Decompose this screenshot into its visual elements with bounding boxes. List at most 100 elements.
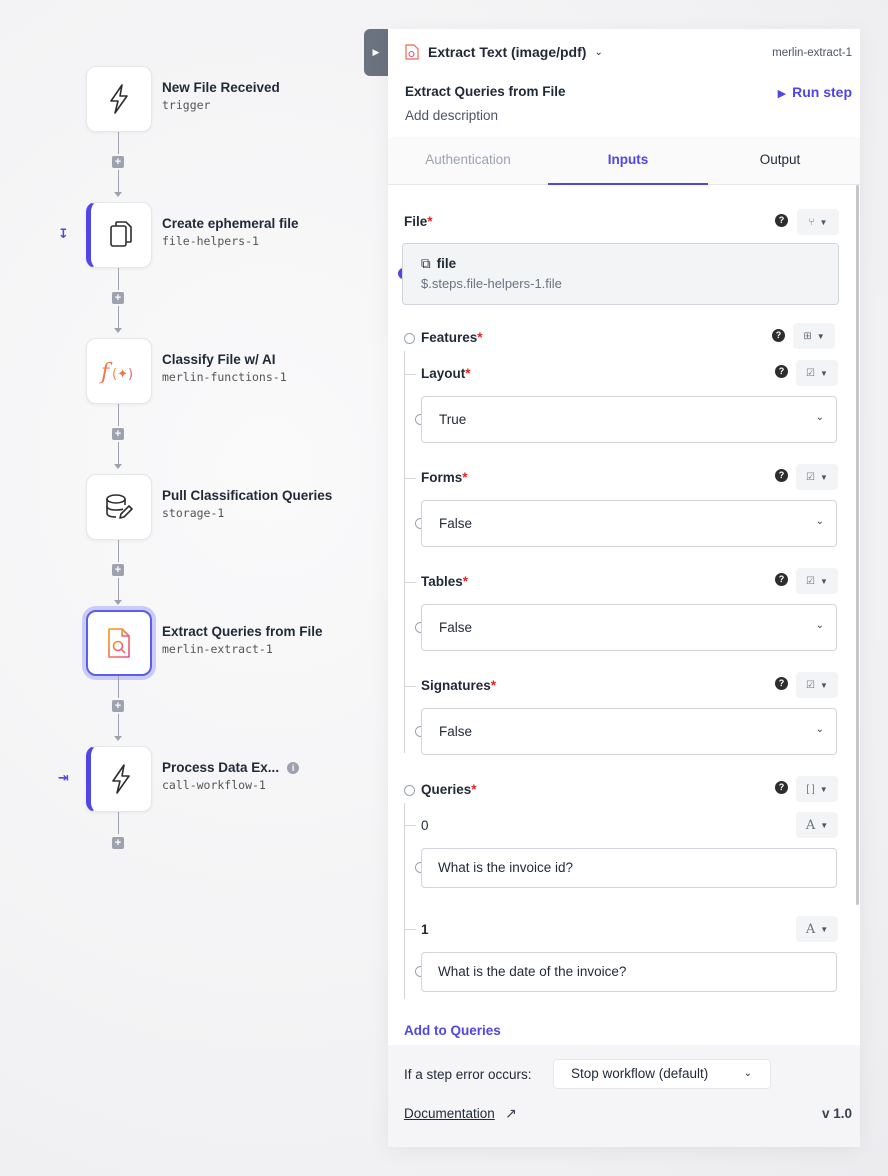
add-step-button[interactable]: + <box>112 428 124 440</box>
arrow-down-icon <box>114 464 122 469</box>
features-type-button[interactable]: ⊞ ▼ <box>793 323 835 349</box>
add-step-button[interactable]: + <box>112 564 124 576</box>
play-icon: ▶ <box>777 88 787 100</box>
documentation-link[interactable]: Documentation <box>404 1106 495 1121</box>
tree-line <box>404 803 405 999</box>
node-icon-box[interactable] <box>86 202 152 268</box>
workflow-node-call-workflow[interactable]: ⇥ Process Data Ex... i call-workflow-1 <box>58 746 386 812</box>
forms-label: Forms* <box>421 470 468 485</box>
lightning-icon <box>112 764 130 794</box>
tree-branch <box>404 686 416 687</box>
help-icon[interactable]: ? <box>775 469 788 482</box>
query-type-button[interactable]: A ▼ <box>796 812 838 838</box>
help-icon[interactable]: ? <box>775 573 788 586</box>
external-link-icon[interactable]: ↗ <box>505 1105 517 1122</box>
chevron-down-icon: ⌄ <box>815 724 824 735</box>
signatures-label: Signatures* <box>421 678 496 693</box>
checkbox-icon: ☑ <box>806 679 816 691</box>
tables-type-button[interactable]: ☑ ▼ <box>796 568 838 594</box>
caret-down-icon: ▼ <box>819 784 828 794</box>
layout-label: Layout* <box>421 366 471 381</box>
required-marker: * <box>465 366 471 381</box>
workflow-node-merlin-extract[interactable]: Extract Queries from File merlin-extract… <box>86 610 386 676</box>
help-icon[interactable]: ? <box>775 365 788 378</box>
tab-output[interactable]: Output <box>700 137 860 185</box>
signatures-select[interactable]: False ⌄ <box>421 708 837 755</box>
tab-inputs[interactable]: Inputs <box>548 137 708 185</box>
queries-ring[interactable] <box>404 785 415 796</box>
file-label: File* <box>404 214 433 229</box>
info-icon[interactable]: i <box>287 762 300 774</box>
workflow-node-trigger[interactable]: New File Received trigger <box>86 66 386 132</box>
tree-line <box>404 351 405 753</box>
caret-down-icon: ▼ <box>820 680 828 690</box>
node-title: Create ephemeral file <box>162 216 299 231</box>
features-ring[interactable] <box>404 333 415 344</box>
node-title-text: Process Data Ex... <box>162 760 280 775</box>
node-id: call-workflow-1 <box>162 778 266 792</box>
file-name: ⧉ file <box>421 256 456 272</box>
forms-select[interactable]: False ⌄ <box>421 500 837 547</box>
help-icon[interactable]: ? <box>775 677 788 690</box>
node-icon-box[interactable] <box>86 746 152 812</box>
caret-down-icon: ▼ <box>820 820 829 830</box>
error-behavior-select[interactable]: Stop workflow (default) ⌄ <box>553 1059 771 1089</box>
collapse-down-icon[interactable]: ↧ <box>58 226 69 242</box>
add-description[interactable]: Add description <box>405 108 498 123</box>
add-step-button[interactable]: + <box>112 700 124 712</box>
node-id: file-helpers-1 <box>162 234 259 248</box>
node-icon-box[interactable]: f (✦) <box>86 338 152 404</box>
query-value: What is the invoice id? <box>438 860 574 875</box>
queries-type-button[interactable]: [ ] ▼ <box>796 776 838 802</box>
tree-branch <box>404 825 416 826</box>
scrollbar[interactable] <box>856 185 859 905</box>
file-value-box[interactable]: ⧉ file $.steps.file-helpers-1.file <box>402 243 839 305</box>
add-step-button[interactable]: + <box>112 156 124 168</box>
checkbox-icon: ☑ <box>806 367 816 379</box>
add-to-queries-link[interactable]: Add to Queries <box>404 1023 501 1038</box>
add-step-button[interactable]: + <box>112 837 124 849</box>
help-icon[interactable]: ? <box>775 214 788 227</box>
node-icon-box[interactable] <box>86 66 152 132</box>
help-icon[interactable]: ? <box>772 329 785 342</box>
table-icon: ⊞ <box>803 330 812 342</box>
lightning-icon <box>110 84 128 114</box>
forms-type-button[interactable]: ☑ ▼ <box>796 464 838 490</box>
node-icon-box[interactable] <box>86 474 152 540</box>
node-title: New File Received <box>162 80 280 95</box>
tables-select[interactable]: False ⌄ <box>421 604 837 651</box>
node-title: Classify File w/ AI <box>162 352 276 367</box>
query-input[interactable]: What is the invoice id? <box>421 848 837 888</box>
caret-down-icon: ▼ <box>820 924 829 934</box>
node-title: Extract Queries from File <box>162 624 323 639</box>
run-step-button[interactable]: ▶ Run step <box>778 84 852 100</box>
panel-tabs: Authentication Inputs Output <box>388 137 860 185</box>
add-step-button[interactable]: + <box>112 292 124 304</box>
help-icon[interactable]: ? <box>775 781 788 794</box>
workflow-node-storage[interactable]: Pull Classification Queries storage-1 <box>86 474 386 540</box>
workflow-node-file-helpers[interactable]: ↧ Create ephemeral file file-helpers-1 <box>58 202 386 268</box>
workflow-node-merlin-functions[interactable]: f (✦) Classify File w/ AI merlin-functio… <box>86 338 386 404</box>
tab-authentication[interactable]: Authentication <box>388 137 548 185</box>
layout-type-button[interactable]: ☑ ▼ <box>796 360 838 386</box>
collapse-panel-button[interactable]: ▶ <box>364 29 388 76</box>
arrow-down-icon <box>114 192 122 197</box>
step-type-selector[interactable]: Extract Text (image/pdf) ⌄ <box>405 44 603 60</box>
caret-down-icon: ▼ <box>820 472 828 482</box>
svg-text:(✦): (✦) <box>112 367 133 382</box>
layout-select[interactable]: True ⌄ <box>421 396 837 443</box>
node-icon-box[interactable] <box>86 610 152 676</box>
run-step-label: Run step <box>792 84 852 100</box>
version-label: v 1.0 <box>821 1106 852 1121</box>
query-type-button[interactable]: A ▼ <box>796 916 838 942</box>
jump-right-icon[interactable]: ⇥ <box>58 770 69 786</box>
file-name-text: file <box>436 256 457 271</box>
tables-label-text: Tables <box>421 574 463 589</box>
signatures-type-button[interactable]: ☑ ▼ <box>796 672 838 698</box>
queries-label-text: Queries <box>421 782 472 797</box>
inputs-content: File* ? ⑂ ▼ ⧉ file $.steps.file-helpers-1.… <box>388 185 860 1045</box>
query-input[interactable]: What is the date of the invoice? <box>421 952 837 992</box>
file-type-button[interactable]: ⑂ ▼ <box>797 209 839 235</box>
step-name[interactable]: Extract Queries from File <box>405 84 566 99</box>
required-marker: * <box>471 782 477 797</box>
